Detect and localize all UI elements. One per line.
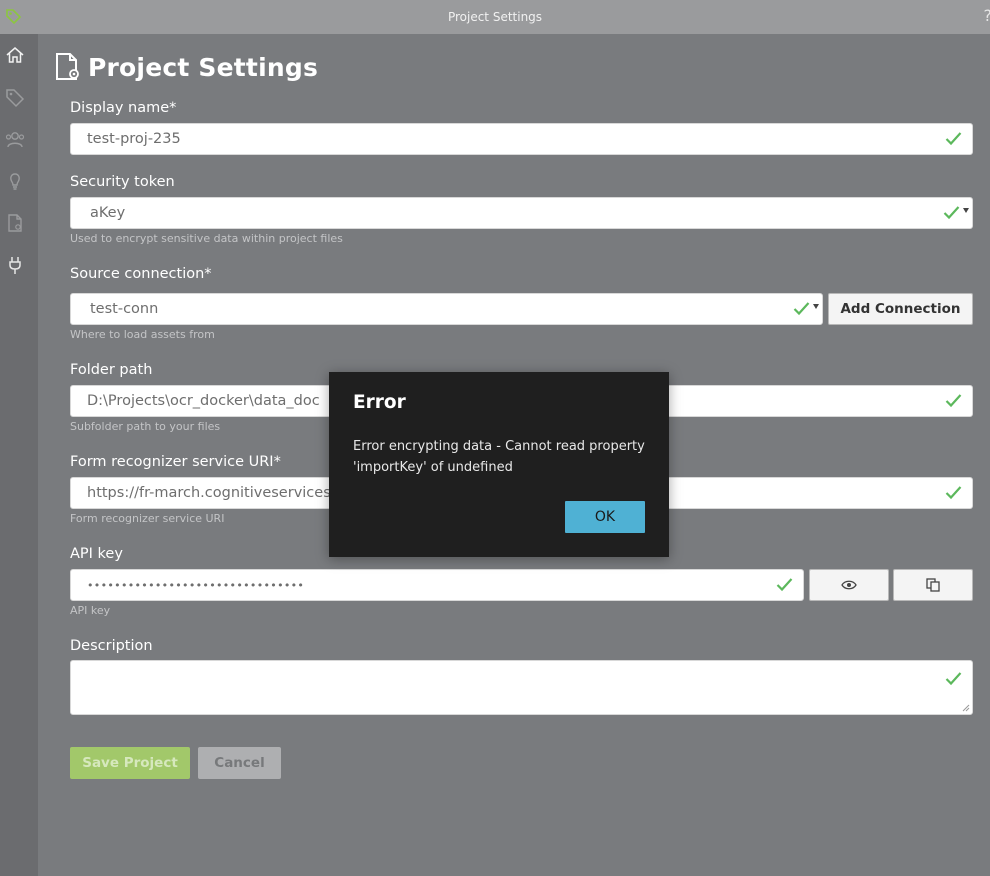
lightbulb-icon	[10, 173, 20, 190]
api-key-field[interactable]: ••••••••••••••••••••••••••••••••	[70, 569, 804, 601]
copy-key-button[interactable]	[893, 569, 973, 601]
check-icon	[945, 486, 962, 500]
help-button[interactable]: ?	[984, 6, 990, 25]
project-settings-icon	[56, 53, 79, 80]
sidebar-item-settings[interactable]	[4, 212, 26, 234]
security-token-label: Security token	[70, 174, 175, 190]
api-key-hint: API key	[70, 604, 111, 617]
folder-path-hint: Subfolder path to your files	[70, 420, 221, 433]
display-name-label: Display name*	[70, 100, 177, 116]
sidebar-item-insights[interactable]	[4, 170, 26, 192]
save-project-button[interactable]: Save Project	[70, 747, 190, 779]
security-token-value: aKey	[90, 205, 126, 221]
source-connection-value: test-conn	[90, 301, 159, 317]
check-icon	[945, 394, 962, 408]
check-icon	[945, 672, 962, 686]
chevron-down-icon[interactable]	[963, 208, 969, 213]
plug-icon	[9, 257, 21, 274]
folder-path-value: D:\Projects\ocr_docker\data_doc	[87, 393, 320, 409]
cancel-button[interactable]: Cancel	[198, 747, 281, 779]
check-icon	[776, 578, 793, 592]
check-icon	[793, 302, 810, 316]
chevron-down-icon[interactable]	[813, 304, 819, 309]
description-label: Description	[70, 638, 153, 654]
page-title: Project Settings	[88, 52, 319, 82]
service-uri-value: https://fr-march.cognitiveservices.azu	[87, 485, 362, 501]
display-name-field[interactable]: test-proj-235	[70, 123, 973, 155]
sidebar	[0, 34, 38, 876]
tag-icon	[6, 89, 25, 108]
api-key-value: ••••••••••••••••••••••••••••••••	[87, 579, 305, 592]
api-key-label: API key	[70, 546, 123, 562]
resize-grip-icon[interactable]	[962, 704, 970, 712]
check-icon	[945, 132, 962, 146]
sidebar-item-connections[interactable]	[4, 254, 26, 276]
window-title: Project Settings	[447, 10, 543, 24]
source-connection-select[interactable]: test-conn	[70, 293, 823, 325]
dialog-message: Error encrypting data - Cannot read prop…	[353, 439, 645, 475]
sidebar-item-people[interactable]	[4, 128, 26, 150]
eye-icon	[841, 580, 857, 590]
title-bar: Project Settings ?	[0, 0, 990, 34]
dialog-title: Error	[353, 392, 406, 413]
security-token-select[interactable]: aKey	[70, 197, 973, 229]
people-icon	[5, 132, 25, 148]
sidebar-item-tags[interactable]	[4, 86, 26, 108]
display-name-value: test-proj-235	[87, 131, 181, 147]
document-icon	[8, 214, 22, 232]
source-connection-label: Source connection*	[70, 266, 212, 282]
service-uri-label: Form recognizer service URI*	[70, 454, 281, 470]
error-dialog: Error Error encrypting data - Cannot rea…	[329, 372, 669, 557]
security-token-hint: Used to encrypt sensitive data within pr…	[70, 232, 343, 245]
description-textarea[interactable]	[70, 660, 973, 715]
page-heading: Project Settings	[54, 50, 318, 84]
sidebar-item-home[interactable]	[4, 44, 26, 66]
show-key-button[interactable]	[809, 569, 889, 601]
check-icon	[943, 206, 960, 220]
ok-button[interactable]: OK	[565, 501, 645, 533]
add-connection-button[interactable]: Add Connection	[828, 293, 973, 325]
copy-icon	[926, 578, 940, 592]
source-connection-hint: Where to load assets from	[70, 328, 215, 341]
home-icon	[6, 47, 24, 63]
folder-path-label: Folder path	[70, 362, 153, 378]
service-uri-hint: Form recognizer service URI	[70, 512, 225, 525]
